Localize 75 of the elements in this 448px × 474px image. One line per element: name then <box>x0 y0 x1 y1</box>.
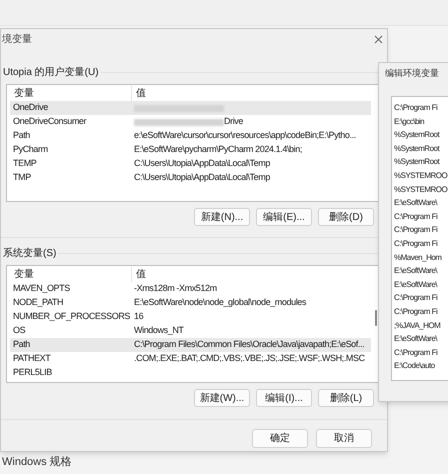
dialog-button[interactable]: 新建(N)... <box>194 208 250 226</box>
path-entry[interactable]: %SYSTEMROO <box>394 170 448 180</box>
variable-value: C:\Users\Utopia\AppData\Local\Temp <box>134 157 270 170</box>
path-entry[interactable]: E:\gcc\bin <box>394 116 424 126</box>
column-header[interactable]: 变量 <box>10 267 132 282</box>
variable-name: OS <box>13 325 26 336</box>
variable-name: TEMP <box>13 158 36 168</box>
variable-row[interactable]: OneDriveConsumer Drive <box>10 115 371 129</box>
path-entry[interactable]: C:\Program Fi <box>394 212 438 221</box>
path-entry[interactable]: %SYSTEMROO <box>394 184 448 194</box>
dialog-button[interactable]: 取消 <box>316 429 372 448</box>
background-text: Windows 规格 <box>2 455 72 470</box>
variable-value: e:\eSoftWare\cursor\cursor\resources\app\codeBin;E:\Pytho... <box>134 129 356 142</box>
path-entry[interactable]: %Maven_Hom <box>394 252 442 262</box>
path-entry[interactable]: %SystemRoot <box>394 130 440 140</box>
variable-name: MAVEN_OPTS <box>13 283 70 294</box>
path-entry[interactable]: ;%JAVA_HOM <box>394 320 440 330</box>
column-header[interactable]: 值 <box>132 267 146 282</box>
window-title: 编辑环境变量 <box>384 67 440 80</box>
variable-row[interactable]: Path C:\Program Files\Common Files\Oracle\Java\javapath;E:\eSof... <box>10 338 371 352</box>
column-header[interactable]: 值 <box>132 86 146 101</box>
variable-row[interactable]: MAVEN_OPTS -Xms128m -Xmx512m <box>10 282 371 296</box>
variable-name: PyCharm <box>13 144 48 154</box>
scrollbar-thumb[interactable] <box>375 310 377 326</box>
variable-value: Drive <box>224 115 244 128</box>
path-entry[interactable]: C:\Program Fi <box>394 238 438 248</box>
path-entry[interactable]: C:\Program Fi <box>394 225 438 234</box>
dialog-button[interactable]: 删除(D) <box>318 208 374 226</box>
path-entry[interactable]: E:\eSoftWare\ <box>394 280 437 289</box>
dialog-button[interactable]: 编辑(I)... <box>256 389 312 407</box>
variable-value: E:\eSoftWare\pycharm\PyCharm 2024.1.4\bin; <box>134 143 302 156</box>
variable-name: TMP <box>13 172 31 182</box>
variable-value: C:\Program Files\Common Files\Oracle\Java\javapath;E:\eSof... <box>134 338 364 352</box>
dialog-button[interactable]: 确定 <box>252 429 308 448</box>
group-label: Utopia 的用户变量(U) <box>2 66 99 80</box>
variable-value: .COM;.EXE;.BAT;.CMD;.VBS;.VBE;.JS;.JSE;.WSF;.WSH;.MSC <box>134 352 365 366</box>
variable-name: Path <box>13 339 30 350</box>
path-entry[interactable]: C:\Program Fi <box>394 293 438 302</box>
variable-row[interactable]: NODE_PATH E:\eSoftWare\node\node_global\node_modules <box>10 296 371 310</box>
variable-row[interactable]: OS Windows_NT <box>10 324 371 338</box>
variable-value: 16 <box>134 310 144 324</box>
dialog-button[interactable]: 删除(L) <box>318 389 374 407</box>
dialog-button[interactable]: 编辑(E)... <box>256 208 312 226</box>
variable-name: OneDrive <box>13 102 48 112</box>
variable-name: Path <box>13 130 30 140</box>
path-entry[interactable]: %SystemRoot <box>394 157 440 166</box>
variable-value: Windows_NT <box>134 324 184 338</box>
path-entry[interactable]: C:\Program Fi <box>394 348 438 357</box>
path-entry[interactable]: C:\Program Fi <box>394 306 438 316</box>
variable-value: -Xms128m -Xmx512m <box>134 282 217 296</box>
variable-row[interactable]: TEMP C:\Users\Utopia\AppData\Local\Temp <box>10 157 371 171</box>
path-entry[interactable]: E:\eSoftWare\ <box>394 198 437 208</box>
variable-row[interactable]: Path e:\eSoftWare\cursor\cursor\resources\app\codeBin;E:\Pytho... <box>10 129 371 143</box>
variable-name: NUMBER_OF_PROCESSORS <box>13 311 130 322</box>
variable-row[interactable]: OneDrive <box>10 101 371 115</box>
path-entry[interactable]: C:\Program Fi <box>394 103 438 112</box>
window-title: 境变量 <box>1 32 32 46</box>
path-entry[interactable]: E:\Code\auto <box>394 361 435 370</box>
path-entry[interactable]: %SystemRoot <box>394 144 440 153</box>
variable-name: PATHEXT <box>13 353 50 364</box>
path-entry[interactable]: E:\eSoftWare\ <box>394 334 437 344</box>
dialog-button[interactable]: 新建(W)... <box>194 389 250 407</box>
variable-row[interactable]: PERL5LIB <box>10 366 371 380</box>
variable-name: NODE_PATH <box>13 297 64 308</box>
group-label: 系统变量(S) <box>2 246 56 261</box>
variable-row[interactable]: PyCharm E:\eSoftWare\pycharm\PyCharm 2024.1.4\bin; <box>10 143 371 157</box>
path-entry[interactable]: E:\eSoftWare\ <box>394 266 437 276</box>
close-icon[interactable] <box>374 34 383 44</box>
variable-row[interactable]: NUMBER_OF_PROCESSORS 16 <box>10 310 371 324</box>
variable-name: OneDriveConsumer <box>13 116 86 126</box>
variable-name: PERL5LIB <box>13 367 52 378</box>
variable-value: E:\eSoftWare\node\node_global\node_modules <box>134 296 306 310</box>
variable-row[interactable]: TMP C:\Users\Utopia\AppData\Local\Temp <box>10 171 371 185</box>
variable-row[interactable]: PATHEXT .COM;.EXE;.BAT;.CMD;.VBS;.VBE;.JS;.JSE;.WSF;.WSH;.MSC <box>10 352 371 366</box>
variable-value: C:\Users\Utopia\AppData\Local\Temp <box>134 171 270 184</box>
